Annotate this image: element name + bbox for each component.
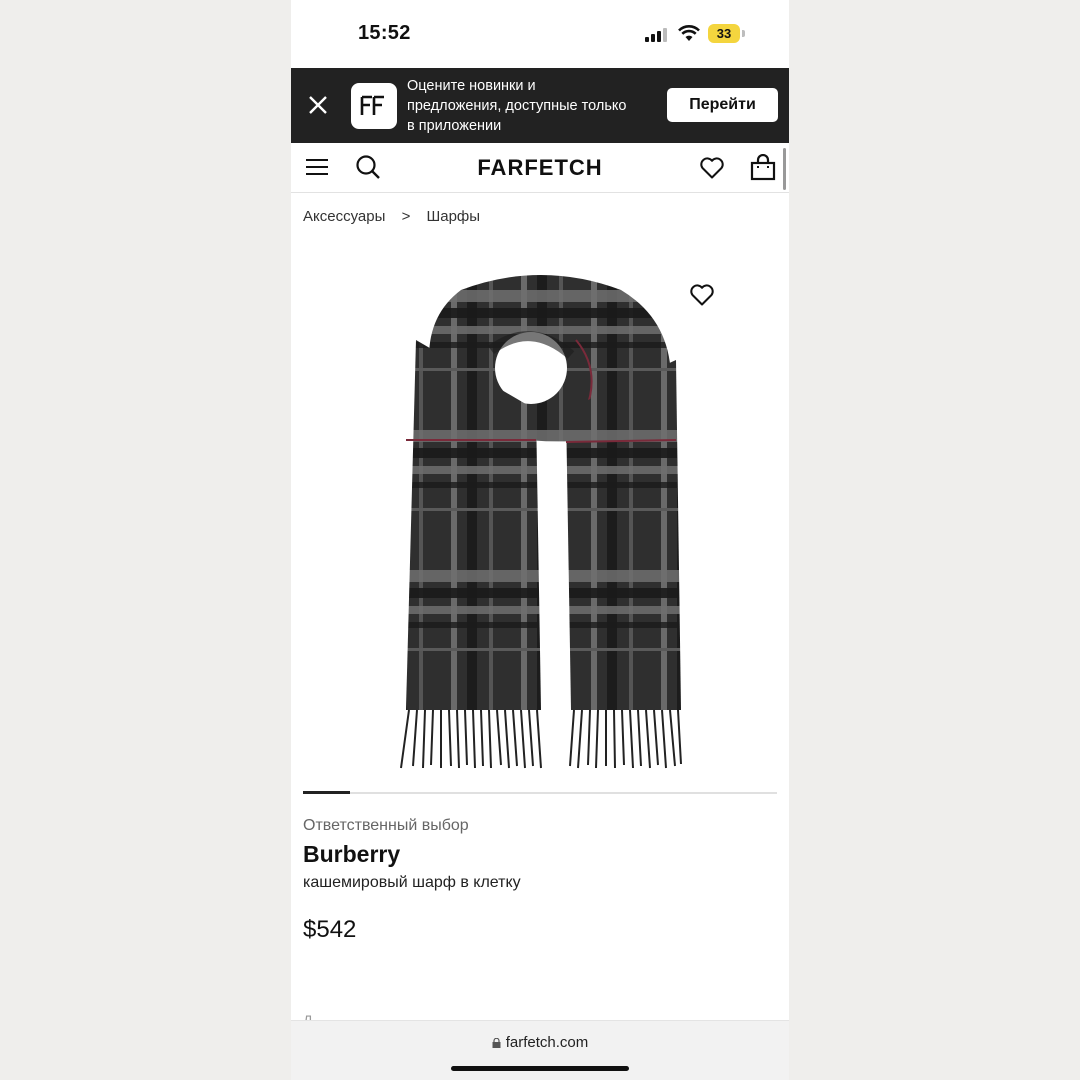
scroll-indicator <box>783 148 786 190</box>
heart-icon[interactable] <box>689 283 715 307</box>
breadcrumb-scarves[interactable]: Шарфы <box>427 208 481 225</box>
status-bar: 15:52 33 <box>291 0 789 68</box>
url-text: farfetch.com <box>505 1034 589 1051</box>
farfetch-logo[interactable]: FARFETCH <box>477 155 602 180</box>
status-time: 15:52 <box>358 22 411 44</box>
site-header: FARFETCH <box>291 143 789 193</box>
carousel-active-segment <box>303 791 351 794</box>
responsible-choice-label: Ответственный выбор <box>303 817 469 834</box>
lock-icon <box>492 1038 501 1048</box>
battery-indicator: 33 <box>708 24 740 43</box>
carousel-indicator <box>303 791 777 794</box>
browser-bottom-bar: farfetch.com <box>291 1020 789 1080</box>
heart-icon[interactable] <box>699 156 725 180</box>
banner-text-line: Оцените новинки и <box>407 78 536 94</box>
battery-tip <box>742 30 745 37</box>
banner-text-line: в приложении <box>407 118 502 134</box>
breadcrumb: Аксессуары > Шарфы <box>303 208 492 225</box>
breadcrumb-separator: > <box>401 208 411 225</box>
farfetch-app-icon <box>351 83 397 129</box>
product-description: кашемировый шарф в клетку <box>303 874 521 891</box>
app-banner: Оцените новинки и предложения, доступные… <box>291 68 789 143</box>
breadcrumb-accessories[interactable]: Аксессуары <box>303 208 385 225</box>
wifi-icon <box>678 25 700 41</box>
home-indicator[interactable] <box>451 1066 629 1071</box>
phone-screen: 15:52 33 Оцените новинки и предложения, … <box>291 0 789 1080</box>
url-display[interactable]: farfetch.com <box>291 1034 789 1051</box>
open-app-button[interactable]: Перейти <box>667 88 778 122</box>
bag-icon[interactable] <box>750 154 776 181</box>
cellular-signal-icon <box>645 26 671 42</box>
product-image[interactable] <box>371 260 711 780</box>
banner-text-line: предложения, доступные только <box>407 98 627 114</box>
product-price: $542 <box>303 916 357 943</box>
product-brand[interactable]: Burberry <box>303 841 400 868</box>
close-icon[interactable] <box>305 92 331 118</box>
banner-message: Оцените новинки и предложения, доступные… <box>407 76 662 136</box>
